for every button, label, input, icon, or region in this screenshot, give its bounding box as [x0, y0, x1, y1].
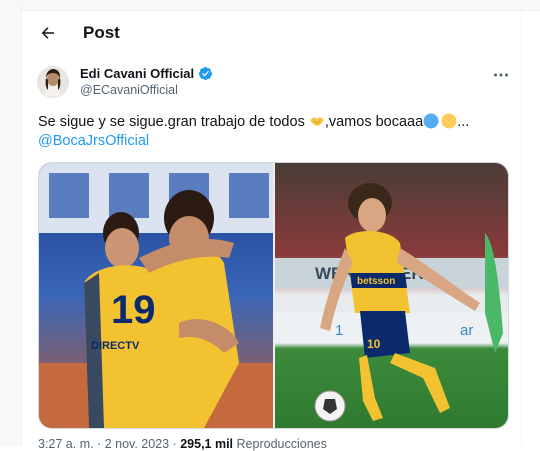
tweet-media: 19 DIRECTV WER POWER 1 ar	[38, 162, 509, 429]
blue-circle-emoji	[423, 113, 439, 129]
mention-link[interactable]: @BocaJrsOfficial	[38, 133, 149, 149]
arrow-left-icon	[41, 27, 54, 39]
author-handle[interactable]: @ECavaniOfficial	[80, 83, 178, 97]
tweet-text-ellipsis: ...	[457, 114, 470, 130]
page-title: Post	[83, 23, 120, 42]
meta-views-label: Reproducciones	[233, 437, 327, 451]
yellow-circle-emoji	[441, 113, 457, 129]
meta-timestamp[interactable]: 3:27 a. m. · 2 nov. 2023 ·	[38, 437, 180, 451]
handshake-emoji	[309, 117, 324, 126]
window-top-strip	[0, 0, 540, 11]
media-photo-right[interactable]: WER POWER 1 ar betsson 10	[275, 163, 508, 428]
author-name[interactable]: Edi Cavani Official	[80, 66, 213, 81]
media-photo-left[interactable]: 19 DIRECTV	[39, 163, 273, 428]
left-sidebar-strip	[0, 0, 22, 446]
tweet-meta: 3:27 a. m. · 2 nov. 2023 · 295,1 mil Rep…	[38, 437, 327, 451]
back-button[interactable]	[33, 18, 63, 48]
sponsor-right: betsson	[357, 276, 395, 287]
photo-player-dribbling: WER POWER 1 ar betsson 10	[275, 163, 508, 428]
timeline-right-border	[521, 10, 522, 446]
shorts-number-right: 10	[367, 337, 381, 351]
avatar-image	[37, 66, 69, 98]
sponsor-left: DIRECTV	[91, 340, 140, 352]
meta-views-count: 295,1 mil	[180, 437, 234, 451]
stadium-board-text-3: ar	[460, 322, 473, 339]
tweet-text-part1: Se sigue y se sigue.gran trabajo de todo…	[38, 114, 309, 130]
author-name-text: Edi Cavani Official	[80, 66, 195, 81]
post-header: Post	[23, 11, 521, 56]
jersey-number-left: 19	[111, 288, 156, 332]
stadium-board-text-2: 1	[335, 322, 343, 339]
photo-celebration: 19 DIRECTV	[39, 163, 273, 428]
verified-badge-icon	[199, 66, 213, 81]
author-avatar[interactable]	[37, 66, 69, 98]
more-options-button[interactable]	[490, 66, 512, 84]
more-horizontal-icon	[494, 73, 508, 77]
tweet-text-part2: ,vamos bocaaa	[324, 114, 424, 130]
tweet-text: Se sigue y se sigue.gran trabajo de todo…	[38, 113, 508, 132]
